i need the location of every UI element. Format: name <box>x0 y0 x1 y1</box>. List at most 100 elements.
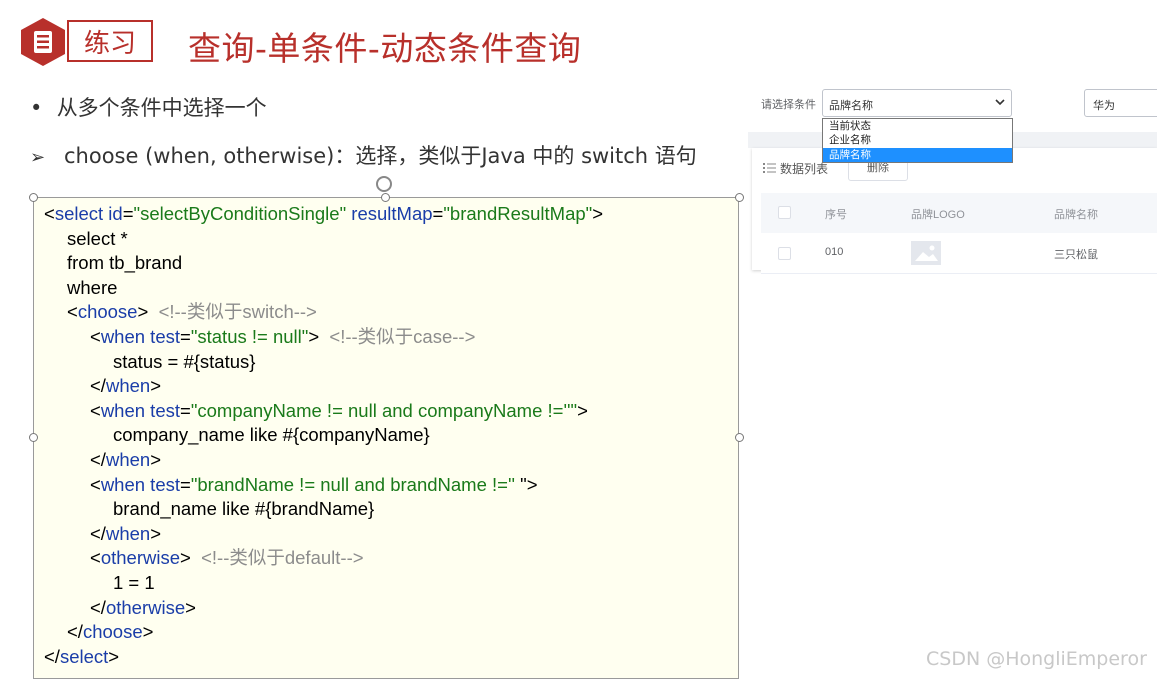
condition-dropdown: 当前状态 企业名称 品牌名称 <box>822 118 1013 163</box>
code-token: > <box>137 301 159 323</box>
code-token: </ <box>90 375 106 397</box>
code-line: </choose> <box>44 620 603 645</box>
code-line: where <box>44 276 603 301</box>
code-token: when <box>105 375 151 397</box>
code-listing: <select id="selectByConditionSingle" res… <box>44 202 603 669</box>
list-title: 数据列表 <box>780 162 829 176</box>
bullet-marker: • <box>30 96 43 120</box>
code-token: from tb_brand <box>67 252 183 274</box>
resize-handle[interactable] <box>29 193 38 202</box>
document-icon <box>21 18 65 66</box>
bullet-text: choose (when, otherwise)：选择，类似于Java 中的 s… <box>64 144 697 168</box>
code-line: </when> <box>44 522 603 547</box>
code-token: </ <box>90 448 106 470</box>
condition-select[interactable]: 品牌名称 <box>822 89 1012 117</box>
code-token: when test <box>100 325 180 347</box>
dropdown-option-status[interactable]: 当前状态 <box>823 119 1012 133</box>
arrow-marker: ➢ <box>30 147 46 168</box>
table-row: 010 三只松鼠 <box>761 233 1157 274</box>
condition-value-input[interactable]: 华为 <box>1084 89 1157 117</box>
code-token: = <box>122 203 134 224</box>
resize-handle[interactable] <box>29 433 38 442</box>
code-line: brand_name like #{brandName} <box>44 497 603 522</box>
code-line: company_name like #{companyName} <box>44 423 603 448</box>
code-line: <when test="companyName != null and comp… <box>44 399 603 424</box>
code-token: > <box>592 203 604 224</box>
condition-select-value: 品牌名称 <box>829 100 873 112</box>
column-header-index: 序号 <box>825 209 847 221</box>
code-token: otherwise <box>105 596 186 618</box>
code-token: select id <box>54 203 123 224</box>
code-token: choose <box>82 621 143 643</box>
code-token: "companyName != null and companyName !='… <box>190 399 578 421</box>
dropdown-option-brand[interactable]: 品牌名称 <box>823 147 1012 162</box>
table-header: 序号 品牌LOGO 品牌名称 <box>761 193 1157 233</box>
column-header-brand: 品牌名称 <box>1054 209 1098 221</box>
code-token: choose <box>77 301 138 323</box>
code-line: </when> <box>44 374 603 399</box>
exercise-badge: 练习 <box>17 14 157 70</box>
code-line: <select id="selectByConditionSingle" res… <box>44 202 603 227</box>
code-token: > <box>142 621 154 643</box>
code-token: > <box>185 596 196 618</box>
resize-handle[interactable] <box>735 193 744 202</box>
row-brand-name: 三只松鼠 <box>1054 249 1098 261</box>
code-token: "brandName != null and brandName !='' <box>190 473 516 495</box>
code-line: 1 = 1 <box>44 571 603 596</box>
code-token: select * <box>67 227 128 249</box>
code-token: > <box>150 522 161 544</box>
dropdown-option-company[interactable]: 企业名称 <box>823 133 1012 147</box>
code-token: </ <box>90 522 106 544</box>
code-token: > <box>577 399 588 421</box>
code-token: when <box>105 522 151 544</box>
code-token: select <box>59 645 109 667</box>
code-token: otherwise <box>100 547 180 569</box>
code-token: </ <box>44 645 60 667</box>
code-token: "selectByConditionSingle" <box>133 203 347 224</box>
code-token: > <box>180 547 202 569</box>
page-title: 查询-单条件-动态条件查询 <box>188 29 582 68</box>
bullet-text: 从多个条件中选择一个 <box>56 96 267 120</box>
code-token: resultMap <box>351 203 433 224</box>
code-token: "> <box>515 473 538 495</box>
code-line: select * <box>44 227 603 252</box>
code-token: when <box>105 448 151 470</box>
image-placeholder-icon <box>911 241 941 265</box>
code-line: from tb_brand <box>44 251 603 276</box>
row-checkbox[interactable] <box>778 247 791 260</box>
code-token: = <box>180 473 191 495</box>
condition-label: 请选择条件 <box>761 99 816 111</box>
code-token: status = #{status} <box>113 350 256 372</box>
code-token: < <box>44 203 55 224</box>
code-token: < <box>90 399 101 421</box>
code-token: > <box>308 325 330 347</box>
code-token: < <box>67 301 78 323</box>
code-token: = <box>432 203 444 224</box>
select-all-checkbox[interactable] <box>778 206 791 219</box>
code-token: <!--类似于case--> <box>329 325 476 347</box>
code-token: 1 = 1 <box>113 571 155 593</box>
code-token: < <box>90 547 101 569</box>
code-line: status = #{status} <box>44 350 603 375</box>
bullet-item-1: • 从多个条件中选择一个 <box>30 92 267 122</box>
bullet-item-2: ➢ choose (when, otherwise)：选择，类似于Java 中的 … <box>30 140 697 170</box>
resize-handle[interactable] <box>735 433 744 442</box>
code-token: > <box>150 375 161 397</box>
code-token: <!--类似于switch--> <box>158 301 317 323</box>
code-token: "brandResultMap" <box>443 203 593 224</box>
code-line: </otherwise> <box>44 596 603 621</box>
code-token: < <box>90 325 101 347</box>
row-index: 010 <box>825 246 844 258</box>
resize-handle[interactable] <box>381 193 390 202</box>
code-token: brand_name like #{brandName} <box>113 498 375 520</box>
rotate-handle-icon[interactable] <box>376 176 392 192</box>
code-line: <choose> <!--类似于switch--> <box>44 300 603 325</box>
code-token: > <box>108 645 120 667</box>
code-token: when test <box>100 473 180 495</box>
column-header-logo: 品牌LOGO <box>911 209 965 221</box>
watermark: CSDN @HongliEmperor <box>926 648 1147 670</box>
code-token: = <box>180 325 191 347</box>
code-line: <otherwise> <!--类似于default--> <box>44 546 603 571</box>
condition-value-text: 华为 <box>1093 100 1115 112</box>
code-token: < <box>90 473 101 495</box>
